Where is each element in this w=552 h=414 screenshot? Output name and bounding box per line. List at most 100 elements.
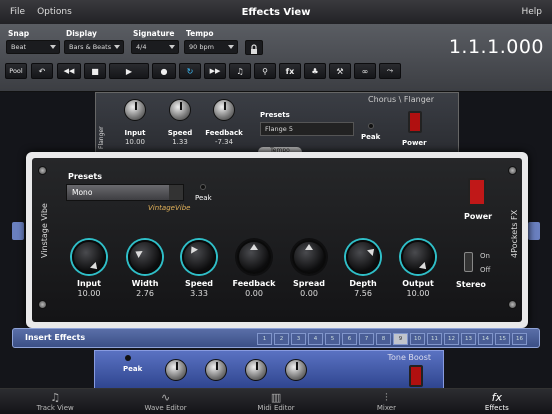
chorus-input-knob[interactable] xyxy=(124,99,146,121)
chorus-peak-led xyxy=(368,123,374,129)
signature-select[interactable]: 4/4 xyxy=(131,40,179,54)
play-button[interactable]: ▶ xyxy=(109,63,149,79)
vibe-feedback-knob[interactable] xyxy=(237,240,271,274)
tab-wave-editor[interactable]: ∿ Wave Editor xyxy=(110,389,220,414)
chorus-power-switch[interactable] xyxy=(408,111,422,133)
insert-slot[interactable]: 10 xyxy=(410,333,425,345)
undo-button[interactable]: ↶ xyxy=(31,63,53,79)
vibe-depth-label: Depth xyxy=(349,279,377,288)
insert-slot[interactable]: 4 xyxy=(308,333,323,345)
snap-select[interactable]: Beat xyxy=(6,40,60,54)
binoculars-button[interactable]: ∞ xyxy=(354,63,376,79)
wrench-icon: ⚒ xyxy=(336,66,344,76)
stereo-on-label: On xyxy=(480,252,490,260)
rewind-button[interactable]: ◀◀ xyxy=(57,63,81,79)
insert-slot[interactable]: 5 xyxy=(325,333,340,345)
chorus-preset-select[interactable]: Flange 5 xyxy=(260,122,354,136)
menu-options[interactable]: Options xyxy=(31,7,78,17)
chorus-flanger-panel: Flanger Chorus \ Flanger Input 10.00 Spe… xyxy=(95,92,459,157)
tempo-select[interactable]: 90 bpm xyxy=(184,40,238,54)
screw-icon xyxy=(508,166,517,175)
fast-forward-button[interactable]: ▶▶ xyxy=(204,63,226,79)
vibe-spread-knob[interactable] xyxy=(292,240,326,274)
scroll-right-tab[interactable] xyxy=(528,222,540,240)
vibe-input-label: Input xyxy=(77,279,101,288)
insert-slot[interactable]: 8 xyxy=(376,333,391,345)
vibe-peak-led xyxy=(200,184,206,190)
insert-slot[interactable]: 12 xyxy=(444,333,459,345)
tab-label: Track View xyxy=(36,403,74,412)
insert-slot[interactable]: 9 xyxy=(393,333,408,345)
tab-midi-editor[interactable]: ▥ Midi Editor xyxy=(221,389,331,414)
tone-boost-knob[interactable] xyxy=(285,359,307,381)
scroll-left-tab[interactable] xyxy=(12,222,24,240)
lock-button[interactable] xyxy=(245,40,263,55)
pool-label: Pool xyxy=(9,67,23,75)
tab-mixer[interactable]: ⫶ Mixer xyxy=(331,389,441,414)
music-note-icon: ♫ xyxy=(50,390,61,404)
tone-boost-power-switch[interactable] xyxy=(409,365,423,387)
bottom-tab-bar: ♫ Track View ∿ Wave Editor ▥ Midi Editor ⫶ M… xyxy=(0,388,552,414)
metronome-icon: ♫ xyxy=(236,66,244,76)
play-icon: ▶ xyxy=(125,66,133,76)
display-select[interactable]: Bars & Beats xyxy=(64,40,124,54)
pool-button[interactable]: Pool xyxy=(5,63,27,79)
insert-slot[interactable]: 3 xyxy=(291,333,306,345)
display-value: Bars & Beats xyxy=(69,43,112,51)
insert-slot[interactable]: 15 xyxy=(495,333,510,345)
vibe-power-switch[interactable] xyxy=(468,178,486,206)
chorus-speed-knob[interactable] xyxy=(169,99,191,121)
vibe-preset-select[interactable]: Mono xyxy=(66,184,184,201)
chorus-feedback-label: Feedback xyxy=(205,129,243,137)
tab-track-view[interactable]: ♫ Track View xyxy=(0,389,110,414)
tone-boost-knob[interactable] xyxy=(245,359,267,381)
duck-button[interactable]: ♣ xyxy=(304,63,326,79)
metronome-button[interactable]: ♫ xyxy=(229,63,251,79)
insert-slot[interactable]: 16 xyxy=(512,333,527,345)
insert-slot[interactable]: 7 xyxy=(359,333,374,345)
menu-bar: File Options Effects View Help xyxy=(0,0,552,24)
zoom-button[interactable]: ⚲ xyxy=(254,63,276,79)
fx-icon: fx xyxy=(491,390,503,404)
chorus-feedback-knob[interactable] xyxy=(213,99,235,121)
record-icon: ● xyxy=(160,66,168,76)
stereo-toggle[interactable] xyxy=(464,252,473,272)
insert-slot[interactable]: 6 xyxy=(342,333,357,345)
insert-slot[interactable]: 13 xyxy=(461,333,476,345)
tone-boost-title: Tone Boost xyxy=(387,353,431,362)
insert-slot[interactable]: 14 xyxy=(478,333,493,345)
vibe-width-knob[interactable] xyxy=(128,240,162,274)
vibe-width-label: Width xyxy=(131,279,159,288)
menu-file[interactable]: File xyxy=(4,7,31,17)
loop-icon: ↻ xyxy=(186,66,194,76)
vibe-spread-label: Spread xyxy=(293,279,325,288)
wrench-button[interactable]: ⚒ xyxy=(329,63,351,79)
loop-button[interactable]: ↻ xyxy=(179,63,201,79)
vibe-input-knob[interactable] xyxy=(72,240,106,274)
vibe-power-label: Power xyxy=(464,212,493,221)
fx-button[interactable]: fx xyxy=(279,63,301,79)
tab-effects[interactable]: fx Effects xyxy=(442,389,552,414)
stereo-off-label: Off xyxy=(480,266,491,274)
chorus-presets-label: Presets xyxy=(260,111,290,119)
mixer-faders-icon: ⫶ xyxy=(385,390,388,404)
tone-boost-knob[interactable] xyxy=(165,359,187,381)
route-button[interactable]: ⤳ xyxy=(379,63,401,79)
record-button[interactable]: ● xyxy=(152,63,176,79)
vibe-preset-value: Mono xyxy=(72,188,93,197)
chorus-preset-value: Flange 5 xyxy=(265,125,293,133)
insert-slot[interactable]: 11 xyxy=(427,333,442,345)
insert-effects-bar: Insert Effects 1 2 3 4 5 6 7 8 9 10 11 12 13 14 15 16 xyxy=(12,328,540,348)
chevron-down-icon xyxy=(228,45,234,49)
vibe-speed-knob[interactable] xyxy=(182,240,216,274)
insert-slot[interactable]: 1 xyxy=(257,333,272,345)
vibe-depth-knob[interactable] xyxy=(346,240,380,274)
chorus-title: Chorus \ Flanger xyxy=(368,95,434,104)
vibe-output-knob[interactable] xyxy=(401,240,435,274)
insert-slot[interactable]: 2 xyxy=(274,333,289,345)
vibe-feedback-value: 0.00 xyxy=(245,289,263,298)
menu-help[interactable]: Help xyxy=(521,7,542,17)
stop-button[interactable]: ■ xyxy=(84,63,106,79)
tone-boost-knob[interactable] xyxy=(205,359,227,381)
chorus-input-value: 10.00 xyxy=(124,138,146,146)
